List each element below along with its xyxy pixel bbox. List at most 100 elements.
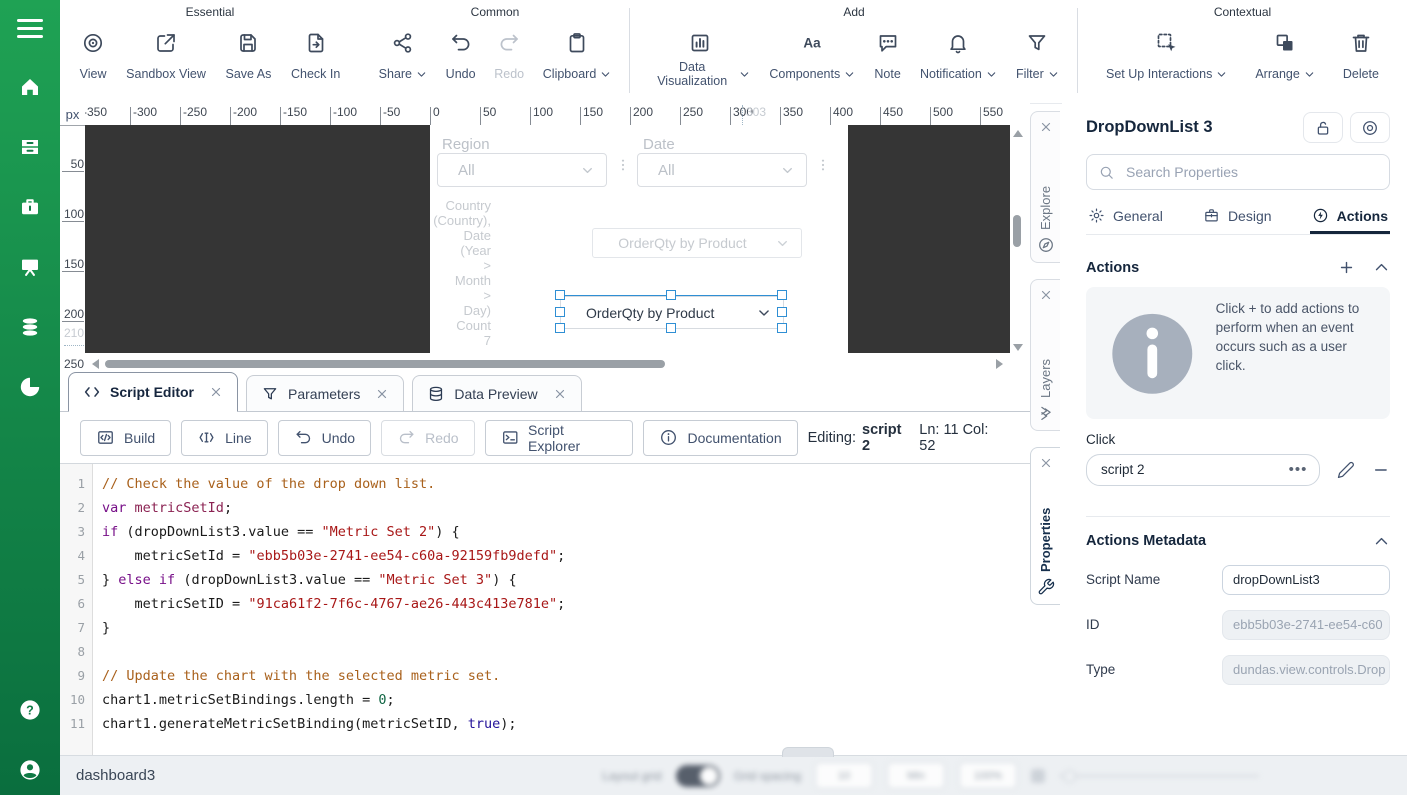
toolbar-button-delete[interactable]: Delete	[1343, 31, 1379, 89]
vertical-scroll-thumb[interactable]	[1013, 215, 1021, 247]
script-explorer-button[interactable]: Script Explorer	[485, 420, 634, 456]
blurred-input[interactable]: Min	[887, 762, 945, 789]
region-filter-dropdown[interactable]: All	[437, 153, 607, 187]
toolbar-button-set-up-interactions[interactable]: Set Up Interactions	[1106, 31, 1227, 89]
search-properties-box[interactable]	[1086, 154, 1390, 190]
line-number: 6	[60, 592, 92, 616]
selection-handle[interactable]	[666, 323, 676, 333]
vertical-scrollbar[interactable]	[1010, 125, 1024, 356]
scroll-right-arrow[interactable]	[996, 359, 1003, 369]
date-filter-handle-icon[interactable]	[815, 155, 831, 175]
toolbar-button-undo[interactable]: Undo	[446, 31, 476, 89]
blurred-input[interactable]: 100%	[959, 762, 1017, 789]
side-tab-layers[interactable]: Layers	[1030, 279, 1060, 431]
selection-handle[interactable]	[777, 290, 787, 300]
scroll-left-arrow[interactable]	[92, 359, 99, 369]
blurred-input[interactable]: 10	[815, 762, 873, 789]
zoom-slider[interactable]	[1059, 775, 1259, 777]
region-filter-handle-icon[interactable]	[615, 155, 631, 175]
sidebar-item-database[interactable]	[18, 315, 42, 339]
properties-tab-general[interactable]: General	[1086, 201, 1165, 234]
sidebar-item-home[interactable]	[18, 75, 42, 99]
code-line[interactable]: 10chart1.metricSetBindings.length = 0;	[60, 688, 1030, 712]
toolbar-button-check-in[interactable]: Check In	[291, 31, 340, 89]
sidebar-item-archive[interactable]	[18, 135, 42, 159]
panel-tab-parameters[interactable]: Parameters	[246, 375, 404, 411]
toolbar-button-arrange[interactable]: Arrange	[1255, 31, 1314, 89]
selection-handle[interactable]	[555, 290, 565, 300]
properties-tab-design[interactable]: Design	[1201, 201, 1274, 234]
toolbar-button-clipboard[interactable]: Clipboard	[543, 31, 612, 89]
horizontal-scroll-thumb[interactable]	[105, 360, 665, 368]
panel-tab-data-preview[interactable]: Data Preview	[412, 375, 581, 411]
add-action-button[interactable]	[1338, 259, 1355, 276]
remove-action-button[interactable]	[1372, 461, 1390, 479]
side-tab-explore[interactable]: Explore	[1030, 111, 1060, 263]
horizontal-scrollbar[interactable]	[85, 356, 1030, 371]
preview-eye-button[interactable]	[1350, 112, 1390, 143]
collapse-section-icon[interactable]	[1373, 259, 1390, 276]
layout-grid-toggle[interactable]	[676, 765, 720, 787]
toolbar-button-note[interactable]: Note	[874, 31, 900, 89]
code-line[interactable]: 9// Update the chart with the selected m…	[60, 664, 1030, 688]
more-options-icon[interactable]: •••	[1289, 461, 1308, 478]
dashboard-canvas[interactable]: Region All Date All Country(Country),Dat…	[85, 125, 1030, 356]
toolbar-button-data-visualization[interactable]: Data Visualization	[649, 31, 750, 89]
edit-action-button[interactable]	[1337, 461, 1355, 479]
code-line[interactable]: 11chart1.generateMetricSetBinding(metric…	[60, 712, 1030, 736]
sidebar-user-button[interactable]	[18, 758, 42, 782]
chart-dark-area-right[interactable]	[848, 125, 1010, 353]
toolbar-button-components[interactable]: Aa Components	[769, 31, 855, 89]
script-name-field[interactable]: dropDownList3	[1222, 565, 1390, 595]
close-icon[interactable]	[375, 387, 389, 401]
undo-button[interactable]: Undo	[278, 420, 371, 456]
editing-status: Editing: script 2 Ln: 11 Col: 52	[808, 422, 1030, 454]
close-icon[interactable]	[1039, 288, 1053, 302]
toolbar-button-sandbox-view[interactable]: Sandbox View	[126, 31, 206, 89]
lock-button[interactable]	[1303, 112, 1343, 143]
date-filter-dropdown[interactable]: All	[637, 153, 807, 187]
toolbar-button-filter[interactable]: Filter	[1016, 31, 1059, 89]
toolbar-button-view[interactable]: View	[80, 31, 107, 89]
dropdown-orderqty-ghost[interactable]: OrderQty by Product	[592, 228, 802, 258]
code-line[interactable]: 4 metricSetId = "ebb5b03e-2741-ee54-c60a…	[60, 544, 1030, 568]
chart-dark-area-left[interactable]	[85, 125, 430, 353]
line-button[interactable]: Line	[181, 420, 267, 456]
selection-handle[interactable]	[555, 323, 565, 333]
sidebar-help-button[interactable]: ?	[18, 698, 42, 722]
code-line[interactable]: 1// Check the value of the drop down lis…	[60, 472, 1030, 496]
code-line[interactable]: 5} else if (dropDownList3.value == "Metr…	[60, 568, 1030, 592]
code-line[interactable]: 2var metricSetId;	[60, 496, 1030, 520]
click-action-script-field[interactable]: script 2 •••	[1086, 454, 1320, 486]
scroll-up-arrow[interactable]	[1013, 130, 1023, 137]
collapse-section-icon[interactable]	[1373, 533, 1390, 550]
side-tab-properties[interactable]: Properties	[1030, 447, 1060, 605]
selection-handle[interactable]	[777, 323, 787, 333]
close-icon[interactable]	[1039, 456, 1053, 470]
build-button[interactable]: Build	[80, 420, 171, 456]
documentation-button[interactable]: Documentation	[643, 420, 797, 456]
toolbar-button-share[interactable]: Share	[379, 31, 427, 89]
close-icon[interactable]	[209, 385, 223, 399]
code-line[interactable]: 7}	[60, 616, 1030, 640]
toolbar-button-notification[interactable]: Notification	[920, 31, 997, 89]
properties-tab-actions[interactable]: Actions	[1310, 201, 1390, 234]
code-line[interactable]: 6 metricSetID = "91ca61f2-7f6c-4767-ae26…	[60, 592, 1030, 616]
menu-button[interactable]	[0, 0, 60, 56]
toolbar-button-save-as[interactable]: Save As	[225, 31, 271, 89]
sidebar-item-pie-chart[interactable]	[18, 375, 42, 399]
close-icon[interactable]	[1039, 120, 1053, 134]
panel-tab-script-editor[interactable]: Script Editor	[68, 372, 238, 412]
sidebar-item-presentation[interactable]	[18, 255, 42, 279]
scroll-down-arrow[interactable]	[1013, 344, 1023, 351]
code-line[interactable]: 8	[60, 640, 1030, 664]
sidebar-item-briefcase[interactable]	[18, 195, 42, 219]
selection-handle[interactable]	[555, 307, 565, 317]
code-line[interactable]: 3if (dropDownList3.value == "Metric Set …	[60, 520, 1030, 544]
click-event-label: Click	[1086, 432, 1390, 447]
code-editor[interactable]: 1// Check the value of the drop down lis…	[60, 464, 1030, 764]
selection-handle[interactable]	[666, 290, 676, 300]
close-icon[interactable]	[553, 387, 567, 401]
search-properties-input[interactable]	[1124, 163, 1378, 181]
selection-handle[interactable]	[777, 307, 787, 317]
